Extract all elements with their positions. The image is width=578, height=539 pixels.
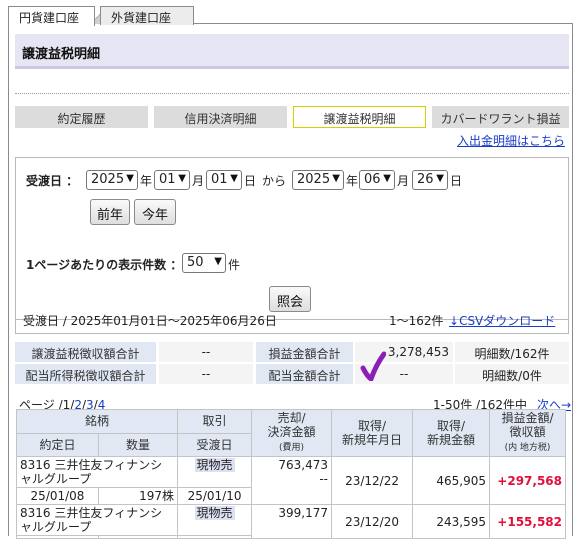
chevron-down-icon: ▼ bbox=[178, 173, 186, 184]
per-page-label: 1ページあたりの表示件数 ： bbox=[26, 258, 183, 272]
month-unit: 月 bbox=[397, 174, 410, 188]
acq-amount: 465,905 bbox=[412, 456, 491, 505]
settle-date bbox=[177, 535, 253, 539]
chevron-down-icon: ▼ bbox=[230, 173, 238, 184]
dividend-tax-label: 配当所得税徴収額合計 bbox=[15, 364, 156, 384]
per-page-unit: 件 bbox=[228, 258, 241, 272]
account-tabs: 円貨建口座 外貨建口座 bbox=[8, 4, 573, 26]
capital-gains-table: 銘柄 取引 売却/決済金額 (費用) 取得/新規年月日 取得/新規金額 損益金額/… bbox=[15, 409, 567, 539]
from-month-select[interactable]: 01 ▼ bbox=[154, 170, 190, 190]
menu-tab-contract-history[interactable]: 約定履歴 bbox=[15, 106, 148, 128]
tax-total-value: -- bbox=[159, 342, 253, 362]
header-acq-date: 取得/新規年月日 bbox=[331, 409, 414, 457]
prev-year-button[interactable]: 前年 bbox=[90, 199, 130, 225]
tab-yen-account[interactable]: 円貨建口座 bbox=[8, 6, 95, 26]
from-day-select[interactable]: 01 ▼ bbox=[206, 170, 242, 190]
quantity bbox=[97, 535, 179, 539]
year-unit: 年 bbox=[346, 174, 359, 188]
dividend-total-label: 配当金額合計 bbox=[256, 364, 353, 384]
quantity: 197株 bbox=[97, 487, 179, 505]
this-year-button[interactable]: 今年 bbox=[134, 199, 176, 225]
page-title: 譲渡益税明細 bbox=[15, 34, 569, 69]
trade-type: 現物売 bbox=[177, 504, 253, 536]
profit-amount: +297,568 bbox=[489, 456, 567, 505]
header-acq-amount: 取得/新規金額 bbox=[412, 409, 491, 457]
acq-amount: 243,595 bbox=[412, 504, 491, 539]
range-kara: から bbox=[262, 174, 287, 188]
settle-date: 25/01/10 bbox=[177, 487, 253, 505]
header-quantity: 数量 bbox=[97, 432, 179, 457]
profit-total-label: 損益金額合計 bbox=[256, 342, 353, 362]
csv-download-link[interactable]: ↓CSVダウンロード bbox=[449, 312, 555, 329]
record-count: 1〜162件 bbox=[389, 314, 444, 328]
day-unit: 日 bbox=[450, 174, 463, 188]
period-text: 受渡日 / 2025年01月01日〜2025年06月26日 bbox=[23, 314, 277, 328]
chevron-down-icon: ▼ bbox=[436, 173, 444, 184]
header-trade: 取引 bbox=[177, 409, 253, 434]
header-settle-date: 受渡日 bbox=[177, 432, 253, 457]
header-stock: 銘柄 bbox=[15, 409, 179, 434]
chevron-down-icon: ▼ bbox=[214, 256, 222, 267]
dividend-detail-count: 明細数/0件 bbox=[455, 364, 569, 384]
day-unit: 日 bbox=[244, 174, 257, 188]
table-row: 8316 三井住友フィナンシャルグループ 現物売 399,177 23/12/2… bbox=[15, 504, 567, 539]
checkmark-annotation-icon bbox=[360, 351, 386, 381]
header-sell: 売却/決済金額 (費用) bbox=[251, 409, 333, 457]
to-day-select[interactable]: 26 ▼ bbox=[412, 170, 448, 190]
to-year-select[interactable]: 2025 ▼ bbox=[292, 170, 344, 190]
from-year-select[interactable]: 2025 ▼ bbox=[86, 170, 138, 190]
header-trade-date: 約定日 bbox=[16, 432, 99, 457]
chevron-down-icon: ▼ bbox=[383, 173, 391, 184]
year-unit: 年 bbox=[140, 174, 153, 188]
trade-date bbox=[16, 535, 99, 539]
stock-name: 8316 三井住友フィナンシャルグループ bbox=[15, 504, 179, 536]
menu-tab-margin-settlement[interactable]: 信用決済明細 bbox=[154, 106, 287, 128]
chevron-down-icon: ▼ bbox=[126, 173, 134, 184]
stock-name: 8316 三井住友フィナンシャルグループ bbox=[15, 456, 179, 488]
tab-foreign-account[interactable]: 外貨建口座 bbox=[100, 6, 194, 25]
search-panel: 受渡日 ： 2025 ▼ 年 01 ▼ 月 01 ▼ 日 から 2025 ▼ 年 06 ▼… bbox=[15, 157, 569, 320]
menu-tab-capital-gains-tax[interactable]: 譲渡益税明細 bbox=[293, 106, 426, 128]
download-icon: ↓ bbox=[449, 314, 460, 328]
per-page-select[interactable]: 50 ▼ bbox=[182, 253, 226, 273]
dividend-tax-value: -- bbox=[159, 364, 253, 384]
acq-date: 23/12/22 bbox=[331, 456, 414, 505]
trade-type-badge: 現物売 bbox=[194, 458, 235, 472]
sell-amount: 399,177 bbox=[251, 504, 333, 539]
tax-total-label: 譲渡益税徴収額合計 bbox=[15, 342, 156, 362]
acq-date: 23/12/20 bbox=[331, 504, 414, 539]
trade-type: 現物売 bbox=[177, 456, 253, 488]
divider bbox=[15, 93, 569, 94]
profit-amount: +155,582 bbox=[489, 504, 567, 539]
content-frame: 譲渡益税明細 約定履歴 信用決済明細 譲渡益税明細 カバードワラント損益 入出金… bbox=[8, 24, 573, 539]
header-profit: 損益金額/徴収額 (内 地方税) bbox=[489, 409, 567, 457]
deposit-history-link[interactable]: 入出金明細はこちら bbox=[457, 132, 565, 149]
menu-tab-covered-warrant[interactable]: カバードワラント損益 bbox=[432, 106, 569, 128]
table-row: 8316 三井住友フィナンシャルグループ 現物売 763,473 -- 23/12… bbox=[15, 456, 567, 505]
sell-amount: 763,473 -- bbox=[251, 456, 333, 505]
date-label: 受渡日 ： bbox=[26, 174, 79, 188]
csv-download-label: CSVダウンロード bbox=[459, 314, 556, 328]
detail-count: 明細数/162件 bbox=[455, 342, 569, 362]
month-unit: 月 bbox=[192, 174, 205, 188]
table-header-row: 銘柄 取引 売却/決済金額 (費用) 取得/新規年月日 取得/新規金額 損益金額/… bbox=[15, 409, 567, 457]
period-bar: 受渡日 / 2025年01月01日〜2025年06月26日 1〜162件 ↓CS… bbox=[15, 306, 569, 334]
trade-type-badge: 現物売 bbox=[194, 506, 235, 520]
trade-date: 25/01/08 bbox=[16, 487, 99, 505]
chevron-down-icon: ▼ bbox=[332, 173, 340, 184]
to-month-select[interactable]: 06 ▼ bbox=[359, 170, 395, 190]
